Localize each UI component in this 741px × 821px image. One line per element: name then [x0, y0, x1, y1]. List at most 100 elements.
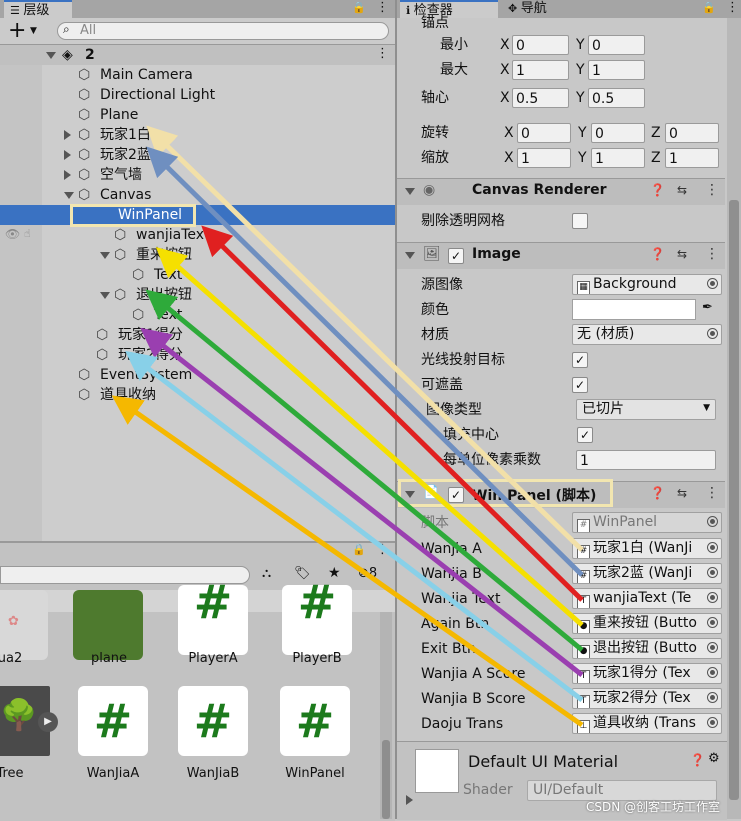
scene-more-icon[interactable]: ⋮: [376, 46, 389, 61]
preset-icon[interactable]: ⇆: [677, 247, 687, 261]
eyedropper-icon[interactable]: ✒: [702, 300, 713, 315]
pivot-x-field[interactable]: 0.5: [512, 88, 569, 108]
asset-thumb-plane[interactable]: [73, 590, 143, 660]
hierarchy-item[interactable]: 玩家2蓝: [100, 145, 151, 165]
component-more-icon[interactable]: ⋮: [705, 246, 719, 262]
object-picker-icon[interactable]: [707, 642, 718, 653]
help-icon[interactable]: ❓: [650, 486, 665, 500]
help-icon[interactable]: ❓: [650, 183, 665, 197]
expand-arrow-icon[interactable]: [64, 130, 71, 140]
expand-asset-icon[interactable]: ▶: [38, 712, 58, 732]
object-picker-icon[interactable]: [707, 542, 718, 553]
script-field-ref[interactable]: # 玩家2蓝 (WanJi: [572, 563, 722, 584]
script-field[interactable]: # WinPanel: [572, 512, 722, 533]
component-more-icon[interactable]: ⋮: [705, 485, 719, 501]
script-field-ref[interactable]: ● 退出按钮 (Butto: [572, 638, 722, 659]
object-picker-icon[interactable]: [707, 692, 718, 703]
asset-thumb-playerA[interactable]: #: [178, 575, 248, 655]
script-field-ref[interactable]: T 玩家1得分 (Tex: [572, 663, 722, 684]
rot-y-field[interactable]: 0: [591, 123, 645, 143]
eye-icon[interactable]: 👁: [5, 227, 20, 241]
expand-arrow-icon[interactable]: [100, 252, 110, 259]
hierarchy-item[interactable]: Main Camera: [100, 65, 193, 85]
asset-thumb-winpanel[interactable]: #: [280, 686, 350, 756]
hierarchy-item[interactable]: Canvas: [100, 185, 151, 205]
inspector-lock-icon[interactable]: 🔒: [702, 1, 716, 14]
material-help-icon[interactable]: ❓: [690, 753, 705, 767]
script-field-ref[interactable]: # 玩家1白 (WanJi: [572, 538, 722, 559]
inspector-scroll-thumb[interactable]: [729, 200, 739, 800]
object-picker-icon[interactable]: [707, 278, 718, 289]
script-field-ref[interactable]: ● 重来按钮 (Butto: [572, 613, 722, 634]
dropdown-arrow-icon[interactable]: ▼: [30, 26, 37, 36]
project-lock-icon[interactable]: 🔒: [352, 543, 366, 556]
more-icon[interactable]: ⋮: [376, 0, 389, 15]
help-icon[interactable]: ❓: [650, 247, 665, 261]
object-picker-icon[interactable]: [707, 717, 718, 728]
inspector-more-icon[interactable]: ⋮: [726, 0, 739, 15]
filter-type-icon[interactable]: ⛬: [262, 566, 271, 581]
source-image-field[interactable]: ▦ Background: [572, 274, 722, 295]
component-more-icon[interactable]: ⋮: [705, 182, 719, 198]
tab-navigation[interactable]: ✥ 导航: [502, 0, 582, 18]
color-field[interactable]: [572, 299, 696, 320]
hierarchy-item[interactable]: 玩家2得分: [118, 345, 183, 365]
rot-x-field[interactable]: 0: [517, 123, 571, 143]
object-picker-icon[interactable]: [707, 328, 718, 339]
raycast-checkbox[interactable]: ✓: [572, 352, 588, 368]
hierarchy-item[interactable]: 玩家1得分: [118, 325, 183, 345]
expand-arrow-icon[interactable]: [64, 170, 71, 180]
image-enabled-checkbox[interactable]: ✓: [448, 248, 464, 264]
script-field-ref[interactable]: T 玩家2得分 (Tex: [572, 688, 722, 709]
scene-row[interactable]: [0, 45, 395, 65]
preset-icon[interactable]: ⇆: [677, 183, 687, 197]
material-field[interactable]: 无 (材质): [572, 324, 722, 345]
hierarchy-item[interactable]: EventSystem: [100, 365, 192, 385]
pivot-y-field[interactable]: 0.5: [588, 88, 645, 108]
min-y-field[interactable]: 0: [588, 35, 645, 55]
asset-thumb-ua2[interactable]: ✿: [0, 590, 48, 660]
expand-arrow-icon[interactable]: [100, 292, 110, 299]
preset-icon[interactable]: ⇆: [677, 486, 687, 500]
tab-inspector[interactable]: ℹ 检查器: [400, 0, 498, 18]
add-icon[interactable]: +: [8, 19, 26, 43]
hierarchy-item[interactable]: Directional Light: [100, 85, 215, 105]
collapse-arrow-icon[interactable]: [405, 188, 415, 195]
script-field-ref[interactable]: ⊥ 道具收纳 (Trans: [572, 713, 722, 734]
hierarchy-item[interactable]: Text: [154, 265, 182, 285]
max-y-field[interactable]: 1: [588, 60, 645, 80]
hierarchy-item[interactable]: Plane: [100, 105, 138, 125]
cull-checkbox[interactable]: [572, 213, 588, 229]
object-picker-icon[interactable]: [707, 592, 718, 603]
expand-arrow-icon[interactable]: [406, 795, 413, 805]
expand-arrow-icon[interactable]: [64, 192, 74, 199]
tab-hierarchy[interactable]: ☰ 层级: [4, 0, 72, 18]
collapse-arrow-icon[interactable]: [405, 252, 415, 259]
hierarchy-item[interactable]: 重来按钮: [136, 245, 192, 265]
asset-thumb-playerB[interactable]: #: [282, 575, 352, 655]
hierarchy-item[interactable]: 玩家1白: [100, 125, 151, 145]
scale-x-field[interactable]: 1: [517, 148, 571, 168]
rot-z-field[interactable]: 0: [665, 123, 719, 143]
hierarchy-item[interactable]: 道具收纳: [100, 385, 156, 405]
max-x-field[interactable]: 1: [512, 60, 569, 80]
object-picker-icon[interactable]: [707, 567, 718, 578]
hidden-count[interactable]: ⊘8: [358, 566, 377, 581]
script-field-ref[interactable]: TwanjiaText (Te: [572, 588, 722, 609]
image-header[interactable]: [397, 242, 725, 269]
asset-thumb-wanjiaB[interactable]: #: [178, 686, 248, 756]
material-settings-icon[interactable]: ⚙: [708, 751, 720, 766]
min-x-field[interactable]: 0: [512, 35, 569, 55]
object-picker-icon[interactable]: [707, 516, 718, 527]
image-type-dropdown[interactable]: 已切片 ▼: [576, 399, 716, 420]
scale-z-field[interactable]: 1: [665, 148, 719, 168]
fill-center-checkbox[interactable]: ✓: [577, 427, 593, 443]
maskable-checkbox[interactable]: ✓: [572, 377, 588, 393]
object-picker-icon[interactable]: [707, 667, 718, 678]
search-input[interactable]: ⌕ All: [57, 22, 389, 40]
expand-arrow-icon[interactable]: [64, 150, 71, 160]
hierarchy-item[interactable]: 空气墙: [100, 165, 142, 185]
lock-icon[interactable]: 🔒: [352, 1, 366, 14]
project-more-icon[interactable]: ⋮: [376, 542, 389, 557]
ppu-field[interactable]: 1: [576, 450, 716, 470]
